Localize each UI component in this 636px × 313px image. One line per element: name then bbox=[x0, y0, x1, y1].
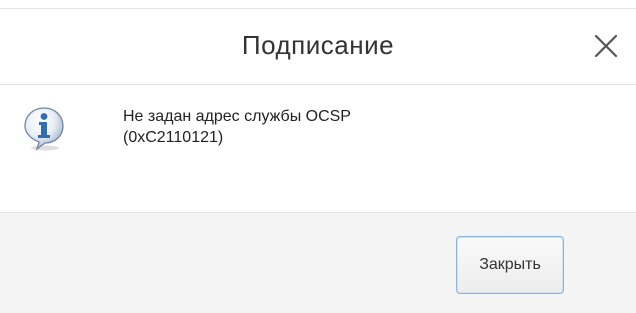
close-button[interactable]: Закрыть bbox=[456, 236, 564, 294]
close-icon bbox=[594, 34, 618, 58]
close-dialog-button[interactable] bbox=[588, 28, 624, 64]
message-line-1: Не задан адрес службы OCSP bbox=[123, 108, 351, 125]
signing-dialog: Подписание Не задан адрес службы OCSP (0… bbox=[0, 0, 636, 313]
message-text: Не задан адрес службы OCSP (0xC2110121) bbox=[123, 106, 351, 148]
header-divider bbox=[0, 84, 636, 85]
message-line-2: (0xC2110121) bbox=[123, 129, 224, 146]
info-icon bbox=[20, 104, 68, 152]
top-divider bbox=[0, 8, 636, 9]
dialog-title: Подписание bbox=[241, 30, 395, 60]
